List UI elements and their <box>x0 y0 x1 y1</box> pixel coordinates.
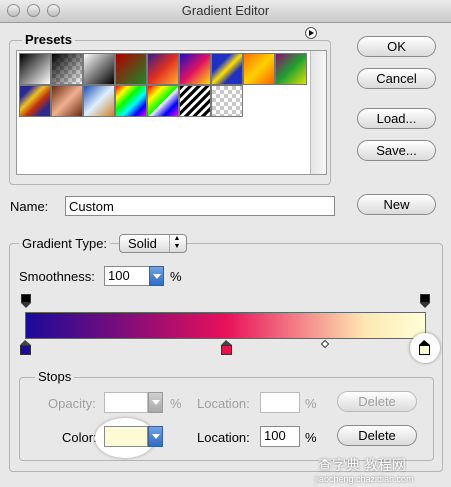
opacity-location-unit: % <box>305 396 317 411</box>
gradient-type-label: Gradient Type: <box>19 236 111 251</box>
preset-swatch[interactable] <box>179 85 211 117</box>
color-delete-button[interactable]: Delete <box>337 425 417 446</box>
smoothness-dropdown-button[interactable] <box>149 266 164 286</box>
color-location-unit: % <box>305 430 317 445</box>
preset-swatch[interactable] <box>243 53 275 85</box>
preset-swatch[interactable] <box>147 53 179 85</box>
stops-label: Stops <box>35 369 75 384</box>
presets-label: Presets <box>22 32 75 47</box>
color-stop-middle[interactable] <box>221 340 232 356</box>
opacity-label: Opacity: <box>48 396 96 411</box>
smoothness-field[interactable]: 100 <box>104 266 150 286</box>
watermark-line2: jiaocheng.chazidian.com <box>315 474 414 484</box>
smoothness-label: Smoothness: <box>19 269 95 284</box>
preset-swatch[interactable] <box>147 85 179 117</box>
preset-swatch[interactable] <box>115 53 147 85</box>
ok-button[interactable]: OK <box>357 36 436 57</box>
color-label: Color: <box>62 430 97 445</box>
gradient-type-value: Solid <box>128 236 157 251</box>
watermark-line1: 查字典 教程网 <box>318 457 406 473</box>
color-location-field[interactable]: 100 <box>260 426 300 447</box>
load-button[interactable]: Load... <box>357 108 436 129</box>
name-label: Name: <box>10 199 49 214</box>
presets-menu-button[interactable] <box>305 27 317 39</box>
name-field[interactable] <box>65 196 335 216</box>
color-stop-right[interactable] <box>419 340 430 356</box>
preset-swatch[interactable] <box>211 53 243 85</box>
color-stop-left[interactable] <box>20 340 31 356</box>
opacity-delete-button[interactable]: Delete <box>337 391 417 412</box>
smoothness-unit: % <box>170 269 182 284</box>
opacity-field[interactable] <box>104 392 148 413</box>
cancel-button[interactable]: Cancel <box>357 68 436 89</box>
new-button[interactable]: New <box>357 194 436 215</box>
preset-swatch[interactable] <box>19 85 51 117</box>
updown-arrows-icon: ▲ ▼ <box>169 235 184 252</box>
preset-swatch[interactable] <box>83 53 115 85</box>
opacity-location-field[interactable] <box>260 392 300 413</box>
opacity-dropdown-button[interactable] <box>148 392 163 413</box>
preset-swatch[interactable] <box>211 85 243 117</box>
stops-group <box>19 377 434 461</box>
preset-swatch[interactable] <box>19 53 51 85</box>
preset-swatch[interactable] <box>179 53 211 85</box>
title-bar: Gradient Editor <box>0 0 451 23</box>
color-dropdown-button[interactable] <box>148 426 163 447</box>
gradient-type-select[interactable]: Solid ▲ ▼ <box>119 234 187 253</box>
opacity-stop-right[interactable] <box>420 294 430 308</box>
opacity-location-label: Location: <box>197 396 250 411</box>
opacity-unit: % <box>170 396 182 411</box>
preset-swatch[interactable] <box>275 53 307 85</box>
preset-swatch[interactable] <box>115 85 147 117</box>
color-location-label: Location: <box>197 430 250 445</box>
opacity-stop-left[interactable] <box>21 294 31 308</box>
window-title: Gradient Editor <box>181 3 270 18</box>
preset-scrollbar[interactable] <box>310 51 326 174</box>
preset-swatch[interactable] <box>83 85 115 117</box>
preset-swatch[interactable] <box>51 85 83 117</box>
preset-swatch[interactable] <box>51 53 83 85</box>
play-arrow-icon <box>309 30 314 36</box>
save-button[interactable]: Save... <box>357 140 436 161</box>
color-swatch[interactable] <box>104 426 148 447</box>
gradient-preview-bar[interactable] <box>25 312 426 339</box>
